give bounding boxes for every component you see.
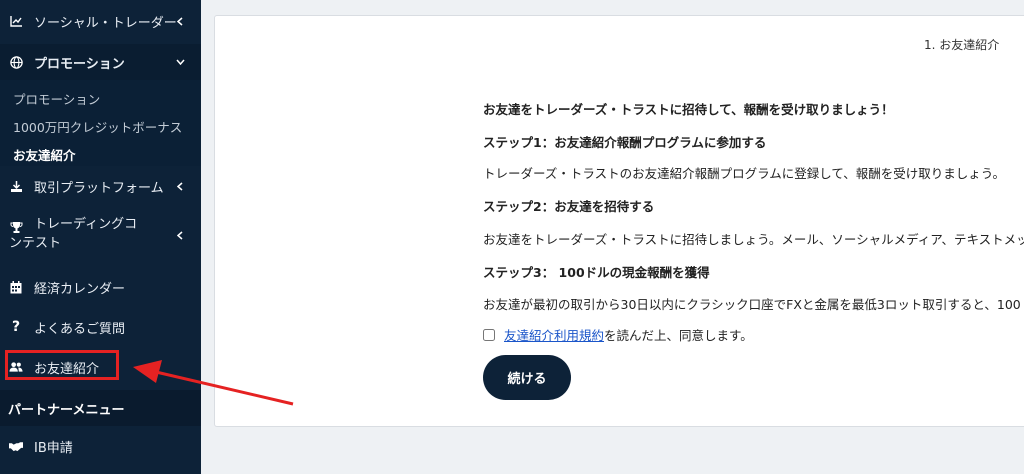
section-title: パートナーメニュー bbox=[8, 403, 125, 418]
download-icon bbox=[9, 179, 23, 193]
step-title: ステップ2：お友達を招待する bbox=[483, 199, 655, 214]
calendar-icon bbox=[9, 280, 23, 294]
sidebar-item-label: ソーシャル・トレーダー bbox=[34, 15, 177, 31]
sidebar-item-label: 取引プラットフォーム bbox=[34, 180, 164, 196]
handshake-icon bbox=[9, 439, 23, 453]
globe-icon bbox=[9, 55, 23, 69]
submenu-item-promotion[interactable]: プロモーション bbox=[13, 89, 100, 108]
sidebar-item-promotion[interactable]: プロモーション bbox=[0, 44, 201, 80]
step-indicator: 1. お友達紹介 bbox=[924, 38, 1000, 52]
sidebar-item-label: トレーディングコンテスト bbox=[9, 217, 138, 251]
question-icon: ? bbox=[11, 319, 21, 335]
sidebar-item-trading-platform[interactable]: 取引プラットフォーム bbox=[0, 175, 201, 197]
promotion-submenu: プロモーション 1000万円クレジットボーナス お友達紹介 bbox=[0, 80, 201, 166]
page-heading: お友達をトレーダーズ・トラストに招待して、報酬を受け取りましょう！ bbox=[483, 102, 894, 117]
submenu-item-referral[interactable]: お友達紹介 bbox=[13, 145, 76, 164]
step-text: お友達をトレーダーズ・トラストに招待しましょう。メール、ソーシャルメディア、テキ… bbox=[483, 232, 1024, 247]
step-text: トレーダーズ・トラストのお友達紹介報酬プログラムに登録して、報酬を受け取りましょ… bbox=[483, 166, 1006, 181]
submenu-item-credit-bonus[interactable]: 1000万円クレジットボーナス bbox=[13, 117, 182, 136]
sidebar-item-label: 経済カレンダー bbox=[34, 281, 126, 297]
chevron-down-icon bbox=[175, 55, 185, 69]
continue-button[interactable]: 続ける bbox=[483, 355, 571, 400]
sidebar: ソーシャル・トレーダー プロモーション プロモーション 1000万円クレジットボ… bbox=[0, 0, 201, 474]
step-title: ステップ1：お友達紹介報酬プログラムに参加する bbox=[483, 135, 767, 150]
sidebar-item-label: プロモーション bbox=[34, 56, 125, 72]
sidebar-item-label: IB申請 bbox=[34, 440, 73, 456]
sidebar-item-trading-contest[interactable]: トレーディングコンテスト bbox=[0, 214, 201, 254]
chevron-left-icon bbox=[175, 14, 185, 28]
terms-checkbox[interactable] bbox=[483, 328, 495, 341]
chart-line-icon bbox=[9, 14, 23, 28]
terms-link[interactable]: 友達紹介利用規約 bbox=[504, 325, 604, 344]
highlight-box bbox=[5, 350, 119, 380]
sidebar-item-label: よくあるご質問 bbox=[34, 321, 126, 337]
step-text: お友達が最初の取引から30日以内にクラシック口座でFXと金属を最低3ロット取引す… bbox=[483, 297, 1024, 312]
sidebar-item-faq[interactable]: ? よくあるご質問 bbox=[0, 316, 201, 338]
sidebar-item-ib-application[interactable]: IB申請 bbox=[0, 435, 201, 457]
terms-agreement: 友達紹介利用規約 を読んだ上、同意します。 bbox=[483, 325, 753, 344]
step-title: ステップ3： 100ドルの現金報酬を獲得 bbox=[483, 265, 710, 280]
terms-suffix: を読んだ上、同意します。 bbox=[604, 328, 753, 343]
referral-card: 1. お友達紹介 お友達をトレーダーズ・トラストに招待して、報酬を受け取りましょ… bbox=[214, 15, 1024, 427]
chevron-left-icon bbox=[175, 179, 185, 193]
chevron-left-icon bbox=[175, 228, 185, 242]
sidebar-item-social-trader[interactable]: ソーシャル・トレーダー bbox=[0, 10, 201, 32]
sidebar-item-economic-calendar[interactable]: 経済カレンダー bbox=[0, 276, 201, 298]
